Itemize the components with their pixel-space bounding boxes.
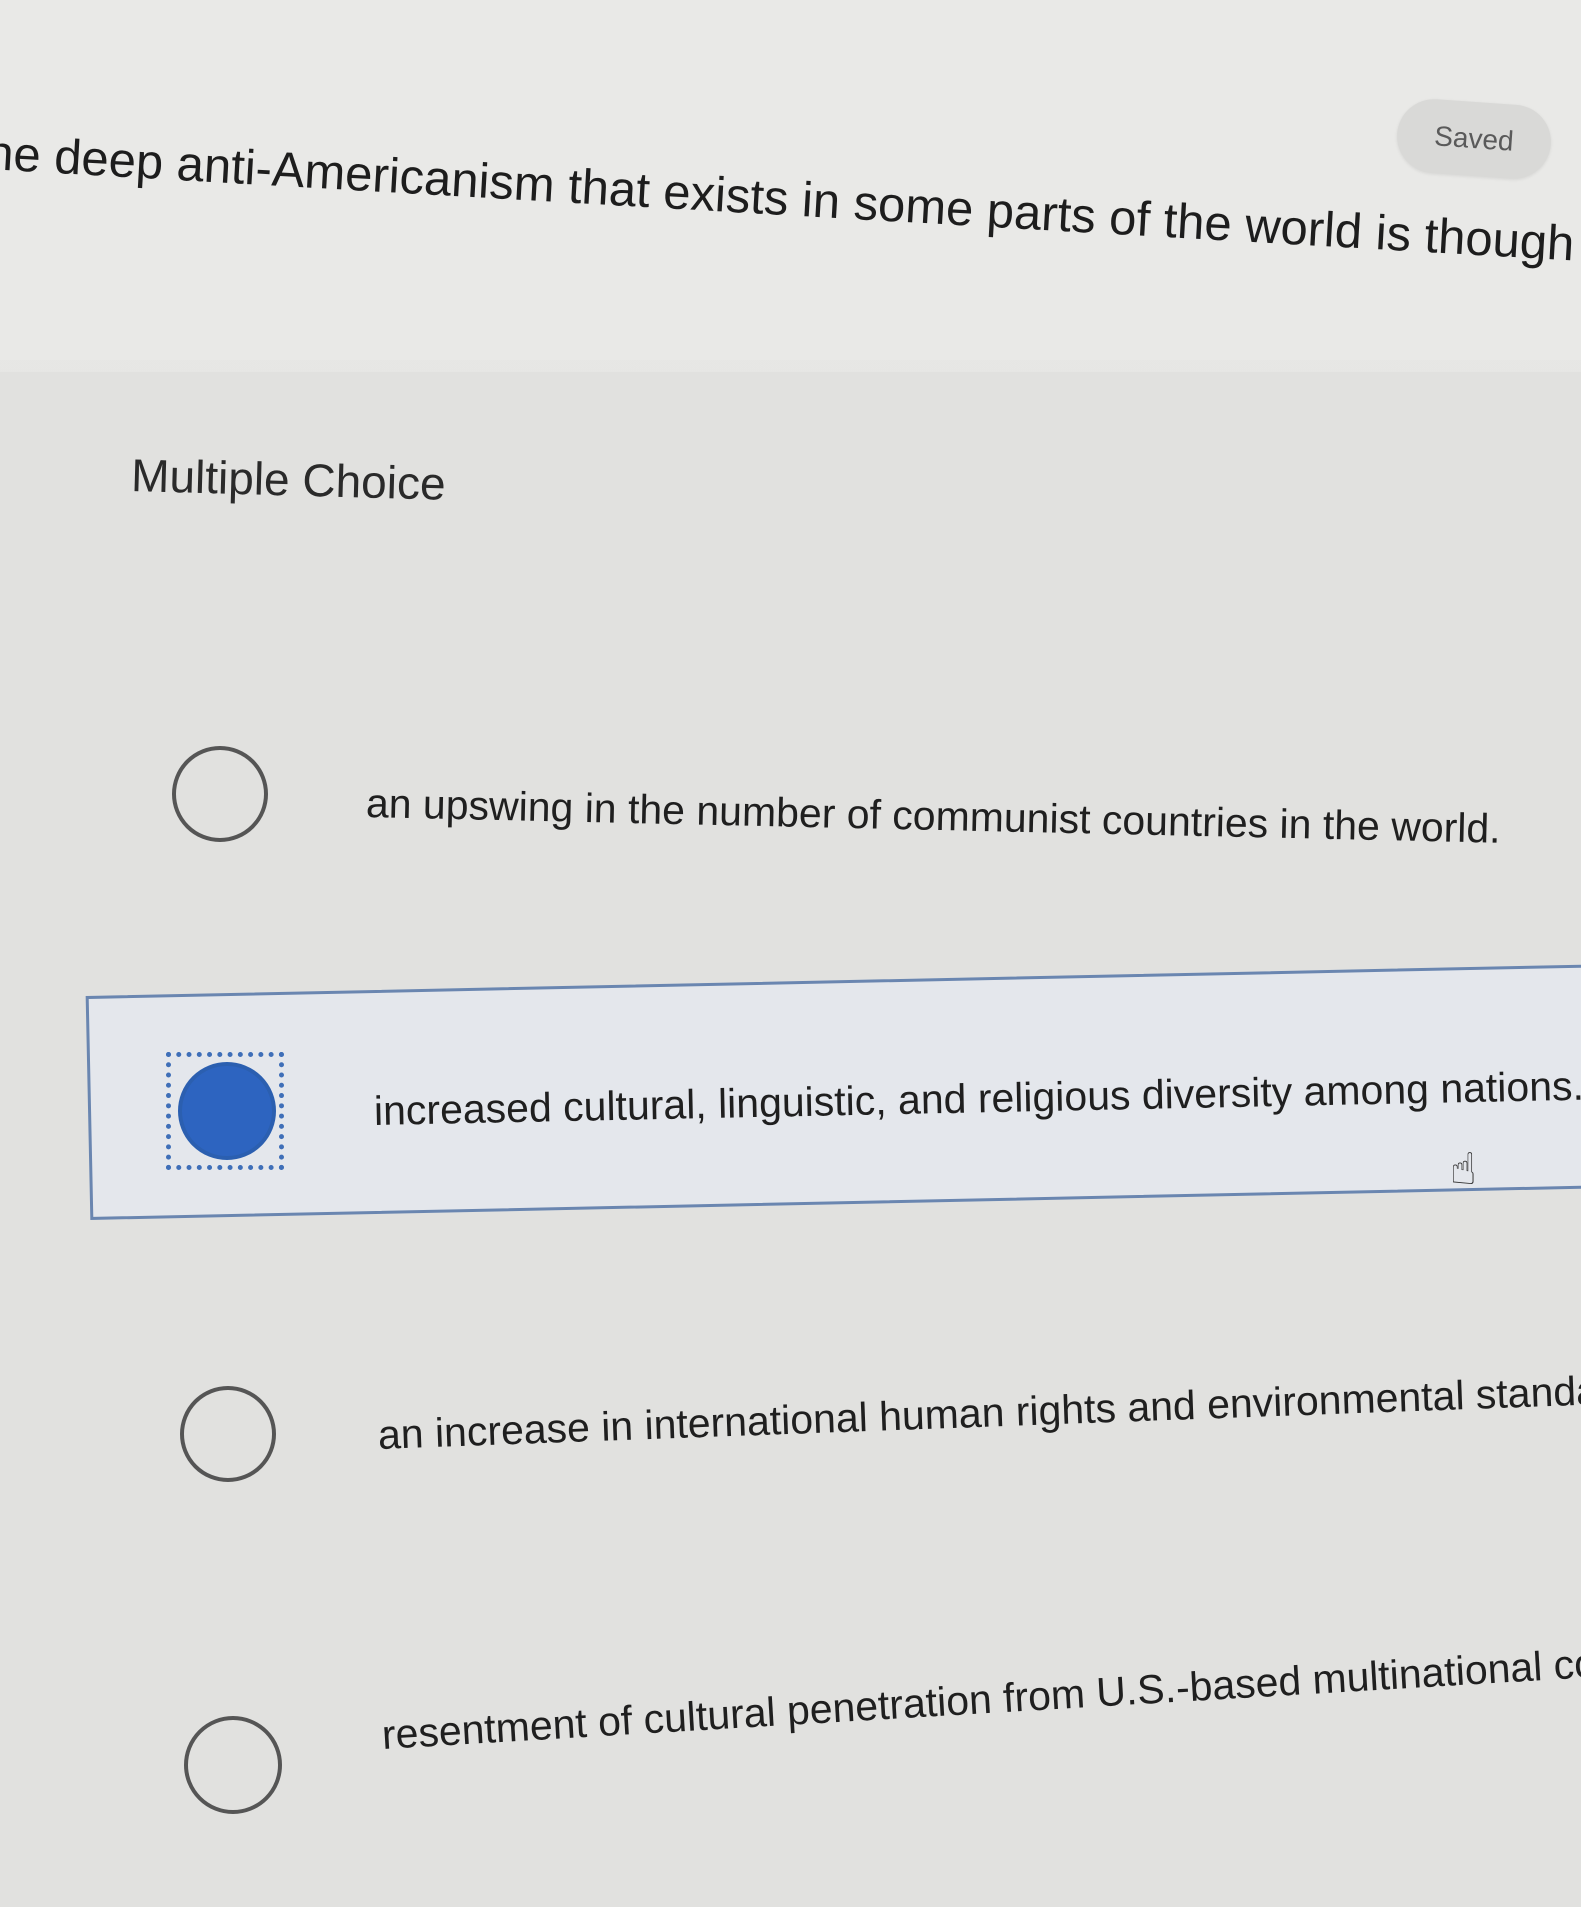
answer-option-label[interactable]: an upswing in the number of communist co… — [365, 780, 1501, 853]
answer-option[interactable]: an upswing in the number of communist co… — [0, 730, 1581, 930]
answer-option-label[interactable]: an increase in international human right… — [377, 1365, 1581, 1459]
quiz-page: Saved he deep anti-Americanism that exis… — [0, 0, 1581, 1907]
radio-button[interactable] — [172, 746, 268, 842]
saved-status-label: Saved — [1433, 120, 1515, 157]
answer-option[interactable]: resentment of cultural penetration from … — [0, 1634, 1581, 1882]
hand-pointer-icon: ☝ — [1450, 1144, 1477, 1195]
radio-button[interactable] — [184, 1716, 282, 1814]
answer-option-selected[interactable]: increased cultural, linguistic, and reli… — [0, 964, 1581, 1220]
answer-option[interactable]: an increase in international human right… — [0, 1354, 1581, 1554]
saved-status-badge: Saved — [1394, 96, 1554, 182]
radio-button-selected[interactable] — [178, 1062, 276, 1160]
radio-button[interactable] — [180, 1386, 276, 1482]
question-type-label: Multiple Choice — [130, 448, 447, 510]
